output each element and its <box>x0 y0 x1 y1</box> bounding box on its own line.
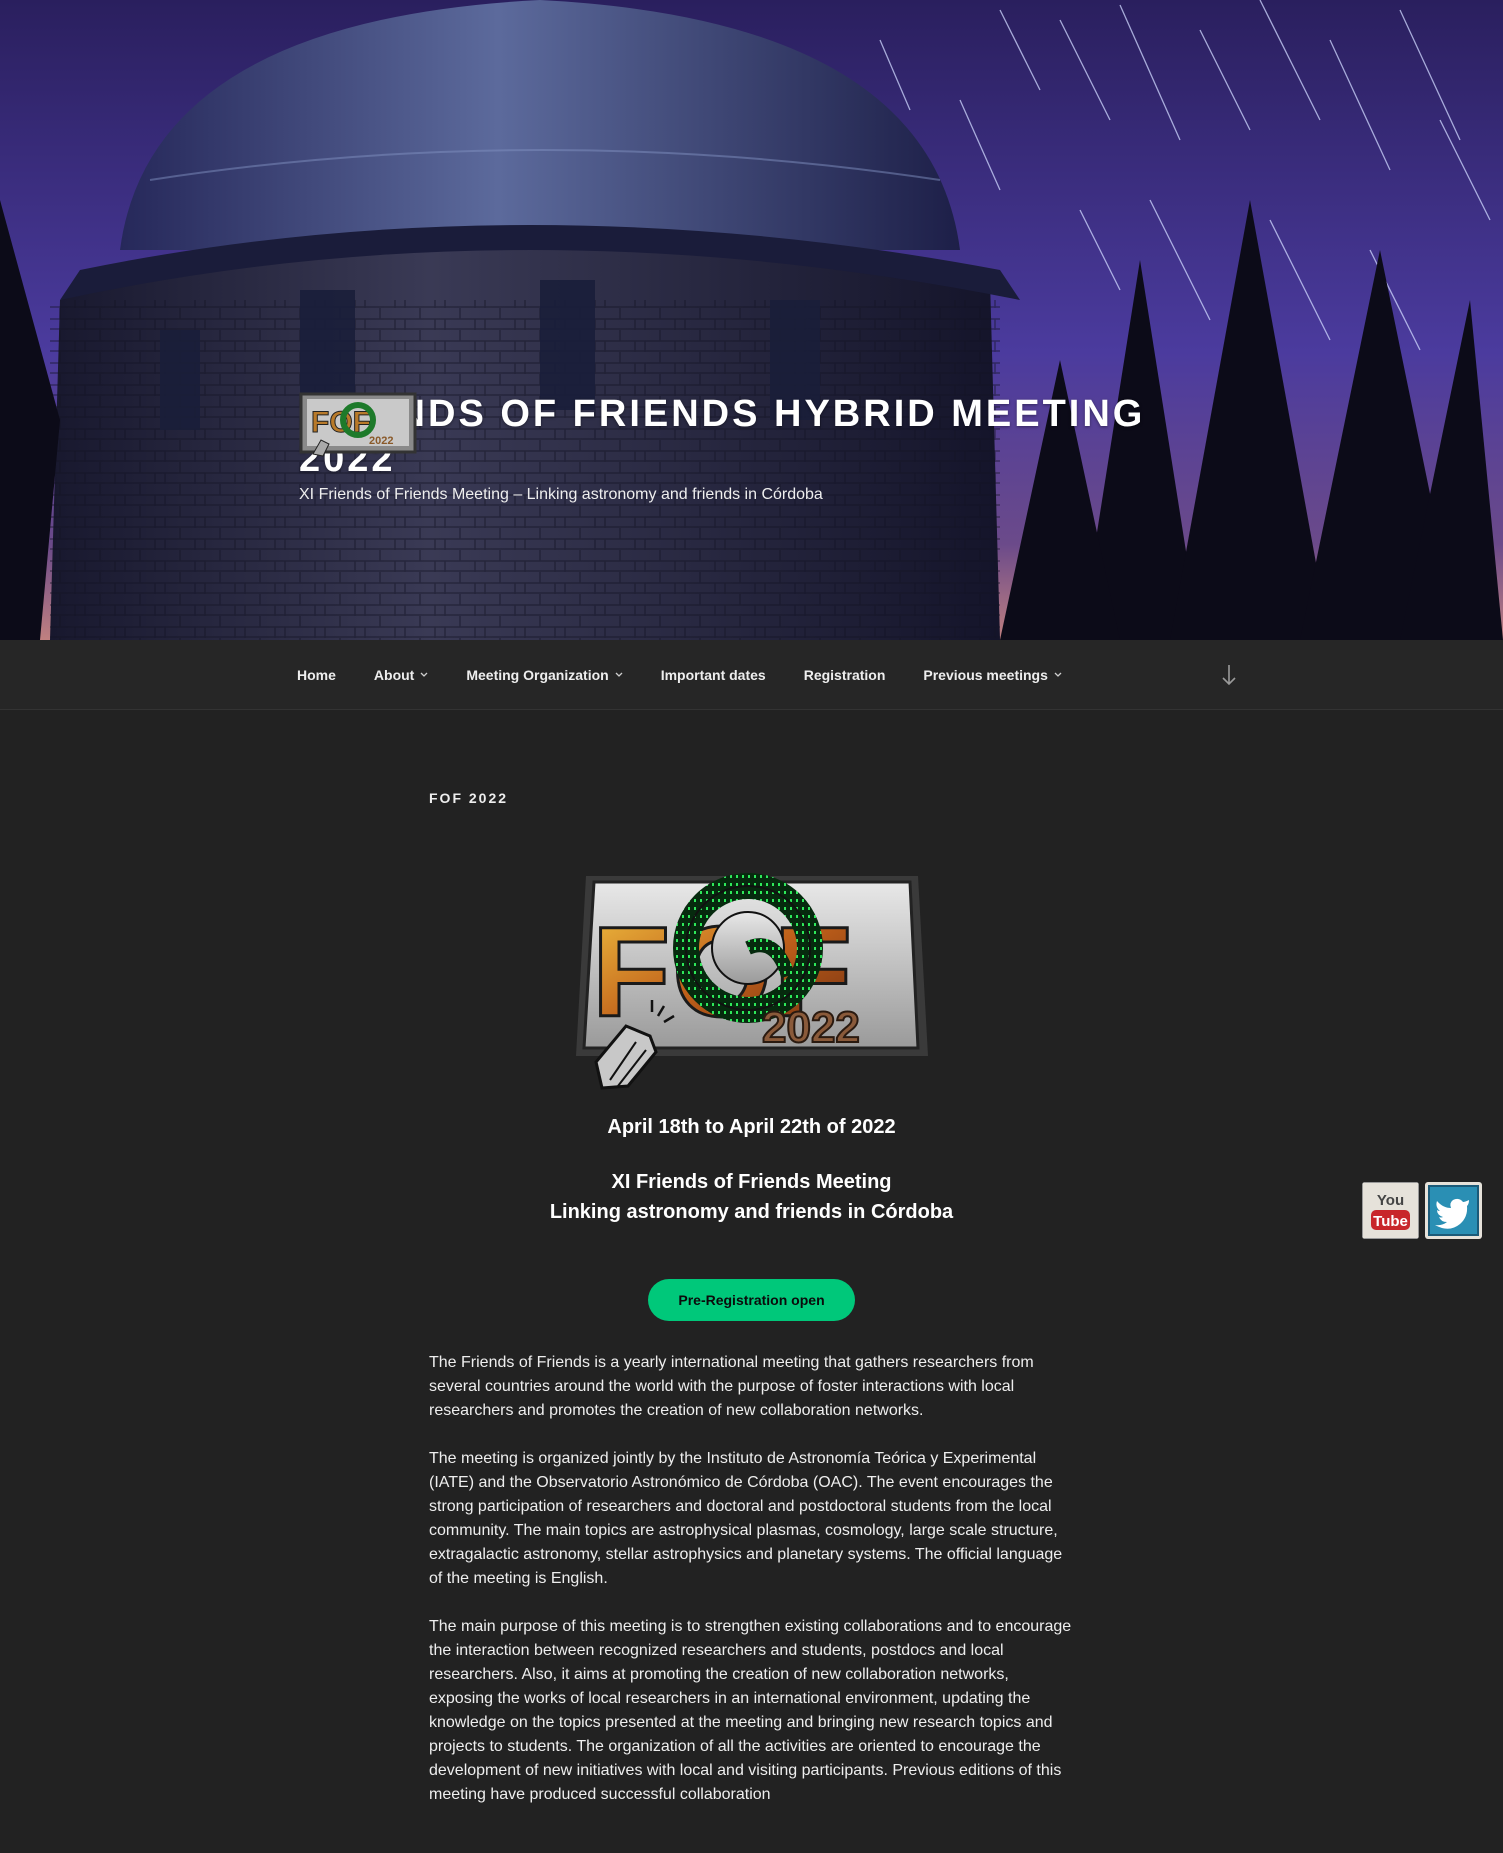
nav-item-about[interactable]: About <box>355 667 447 683</box>
header-background-image <box>0 0 1503 640</box>
nav-item-home[interactable]: Home <box>278 667 355 683</box>
twitter-link[interactable] <box>1425 1182 1482 1239</box>
nav-item-important-dates[interactable]: Important dates <box>642 667 785 683</box>
scroll-down-button[interactable] <box>1218 658 1240 692</box>
social-links: You Tube <box>1362 1182 1482 1239</box>
organization-paragraph: The meeting is organized jointly by the … <box>429 1450 1063 1587</box>
nav-item-label: About <box>373 667 415 683</box>
site-branding: FOF 2022 FRIENDS OF FRIENDS HYBRID MEETI… <box>299 392 1199 504</box>
pre-registration-button[interactable]: Pre-Registration open <box>648 1279 855 1321</box>
meeting-title: XI Friends of Friends Meeting <box>611 1171 892 1193</box>
meeting-subtitle: Linking astronomy and friends in Córdoba <box>549 1201 954 1223</box>
button-wrapper: Pre-Registration open <box>429 1279 1074 1321</box>
site-title[interactable]: FRIENDS OF FRIENDS HYBRID MEETING 2022 <box>299 392 1199 482</box>
nav-item-label: Previous meetings <box>923 667 1048 683</box>
nav-item-meeting-organization[interactable]: Meeting Organization <box>447 667 641 683</box>
site-logo[interactable]: FOF 2022 <box>299 392 417 458</box>
nav-item-label: Meeting Organization <box>466 667 609 683</box>
youtube-icon: You Tube <box>1362 1182 1419 1239</box>
nav-menu: Home About Meeting Organization Important d… <box>278 640 1081 710</box>
youtube-tube-text: Tube <box>1373 1213 1408 1230</box>
custom-header: FOF 2022 FRIENDS OF FRIENDS HYBRID MEETI… <box>0 0 1503 640</box>
event-dates: April 18th to April 22th of 2022 <box>607 1116 896 1138</box>
nav-item-label: Important dates <box>660 667 766 683</box>
chevron-down-icon <box>420 670 428 680</box>
chevron-down-icon <box>1054 670 1062 680</box>
nav-item-label: Home <box>297 667 336 683</box>
nav-item-label: Registration <box>803 667 886 683</box>
site-description: XI Friends of Friends Meeting – Linking … <box>299 486 823 503</box>
youtube-you-text: You <box>1377 1192 1404 1209</box>
meeting-heading: XI Friends of Friends Meeting Linking as… <box>429 1167 1074 1227</box>
nav-item-previous-meetings[interactable]: Previous meetings <box>904 667 1081 683</box>
twitter-icon <box>1425 1182 1482 1239</box>
intro-paragraph: The Friends of Friends is a yearly inter… <box>429 1354 1034 1419</box>
page-title: FOF 2022 <box>429 790 509 806</box>
site-logo-year: 2022 <box>369 435 393 447</box>
logo-year-text: 2022 <box>762 1003 860 1052</box>
nav-item-registration[interactable]: Registration <box>785 667 905 683</box>
chevron-down-icon <box>615 670 623 680</box>
purpose-paragraph: The main purpose of this meeting is to s… <box>429 1618 1072 1803</box>
main-content: FOF 2022 FOF 2022 <box>429 790 1074 1807</box>
youtube-link[interactable]: You Tube <box>1362 1182 1419 1239</box>
main-navigation: Home About Meeting Organization Important d… <box>0 640 1503 710</box>
fof-2022-logo: FOF 2022 <box>575 873 928 1090</box>
arrow-down-icon <box>1222 665 1236 686</box>
